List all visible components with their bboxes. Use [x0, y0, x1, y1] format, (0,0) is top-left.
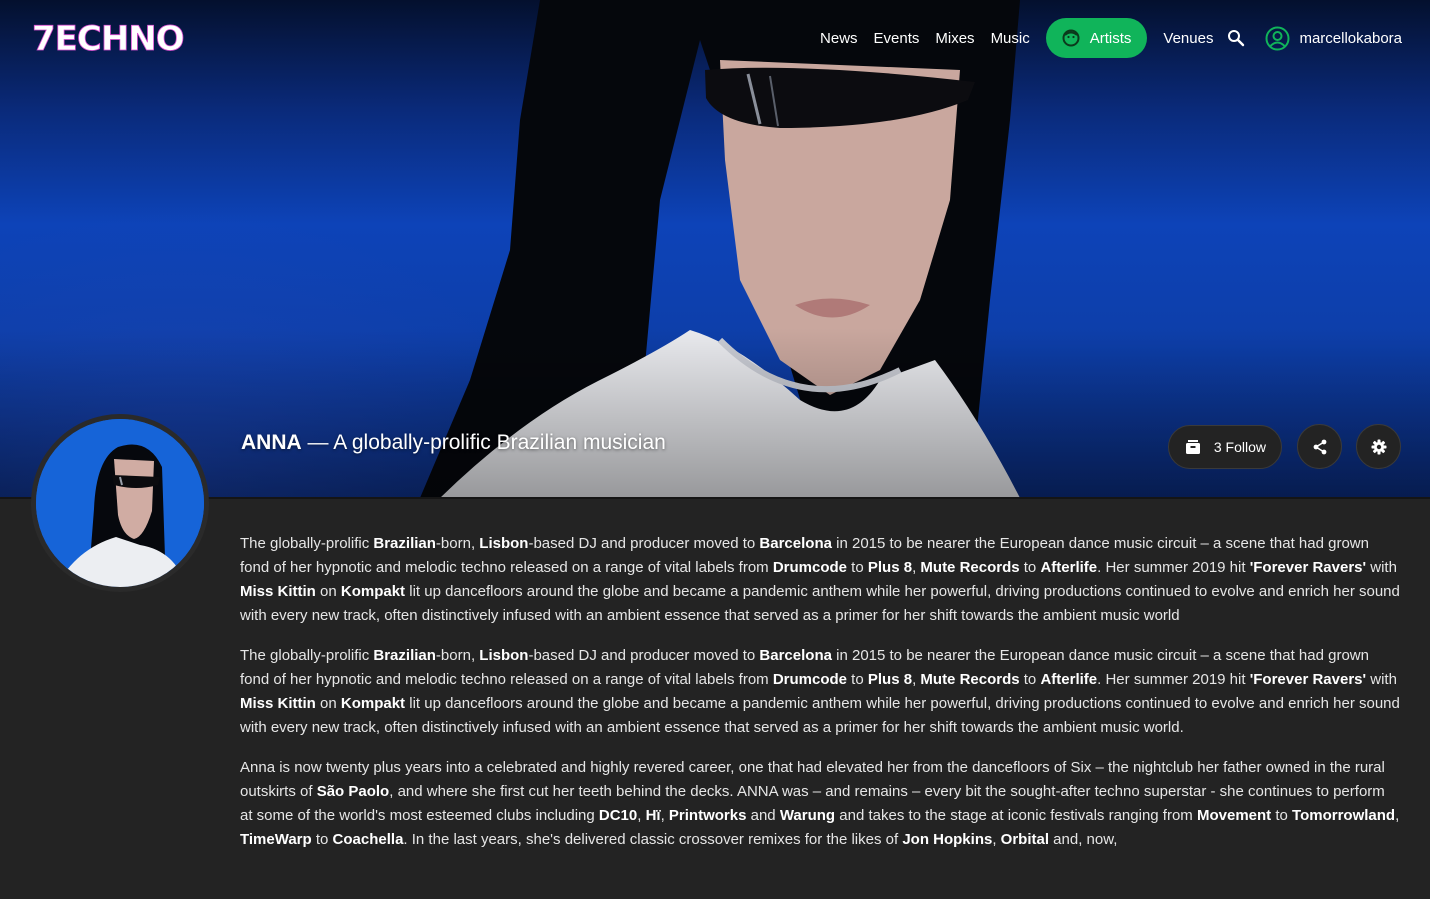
- share-button[interactable]: [1297, 424, 1342, 469]
- bio-highlight[interactable]: Drumcode: [773, 559, 847, 576]
- artist-tagline: — A globally-prolific Brazilian musician: [307, 431, 666, 454]
- hero-shade: [0, 328, 1430, 498]
- bio-highlight[interactable]: 'Forever Ravers': [1250, 559, 1366, 576]
- top-navbar: 7ECHNO News Events Mixes Music Artists V…: [0, 0, 1430, 76]
- follow-count: 3 Follow: [1213, 438, 1266, 455]
- nav-news[interactable]: News: [820, 30, 858, 47]
- bio-highlight[interactable]: Kompakt: [341, 695, 405, 712]
- search-icon[interactable]: [1227, 29, 1245, 47]
- bio-highlight[interactable]: Brazilian: [373, 535, 436, 552]
- bio-paragraph: The globally-prolific Brazilian-born, Li…: [240, 535, 1400, 624]
- artist-name: ANNA: [241, 431, 302, 454]
- logo-text: 7ECHNO: [32, 19, 184, 59]
- bio-highlight[interactable]: TimeWarp: [240, 831, 312, 848]
- bio-highlight[interactable]: Afterlife: [1040, 559, 1097, 576]
- artist-bio: The globally-prolific Brazilian-born, Li…: [240, 532, 1400, 868]
- bio-highlight[interactable]: Kompakt: [341, 583, 405, 600]
- techno-logo[interactable]: 7ECHNO: [30, 16, 192, 60]
- account-circle-icon: [1265, 26, 1290, 50]
- bio-highlight[interactable]: Barcelona: [759, 647, 832, 664]
- bio-highlight[interactable]: Orbital: [1001, 831, 1049, 848]
- bio-highlight[interactable]: Coachella: [333, 831, 404, 848]
- bio-highlight[interactable]: Lisbon: [479, 647, 528, 664]
- gear-icon: [1371, 439, 1386, 454]
- bio-highlight[interactable]: Lisbon: [479, 535, 528, 552]
- hero-divider: [0, 497, 1430, 499]
- artist-actions: 3 Follow: [1167, 424, 1401, 469]
- avatar-photo: [36, 419, 204, 587]
- bio-highlight[interactable]: Plus 8: [868, 559, 912, 576]
- nav-events[interactable]: Events: [874, 30, 920, 47]
- bio-highlight[interactable]: Miss Kittin: [240, 695, 316, 712]
- inbox-icon: [1185, 439, 1200, 454]
- bio-highlight[interactable]: Miss Kittin: [240, 583, 316, 600]
- bio-highlight[interactable]: Drumcode: [773, 671, 847, 688]
- bio-highlight[interactable]: São Paolo: [317, 783, 390, 800]
- share-icon: [1313, 439, 1326, 454]
- settings-button[interactable]: [1356, 424, 1401, 469]
- bio-paragraph: Anna is now twenty plus years into a cel…: [240, 759, 1400, 848]
- bio-highlight[interactable]: Tomorrowland: [1292, 807, 1395, 824]
- user-menu[interactable]: marcellokabora: [1265, 26, 1402, 51]
- bio-highlight[interactable]: 'Forever Ravers': [1250, 671, 1366, 688]
- bio-highlight[interactable]: Printworks: [669, 807, 747, 824]
- follow-button[interactable]: 3 Follow: [1167, 424, 1282, 469]
- artist-avatar: [31, 414, 209, 592]
- bio-highlight[interactable]: Afterlife: [1040, 671, 1097, 688]
- bio-highlight[interactable]: Barcelona: [759, 535, 832, 552]
- bio-highlight[interactable]: Mute Records: [920, 671, 1019, 688]
- username: marcellokabora: [1299, 29, 1402, 47]
- nav-artists-button[interactable]: Artists: [1045, 18, 1148, 58]
- bio-highlight[interactable]: DC10: [599, 807, 637, 824]
- artist-title: ANNA — A globally-prolific Brazilian mus…: [241, 431, 666, 455]
- bio-highlight[interactable]: Warung: [780, 807, 835, 824]
- bio-highlight[interactable]: Jon Hopkins: [902, 831, 992, 848]
- nav-artists-label: Artists: [1089, 29, 1132, 47]
- bio-paragraph: The globally-prolific Brazilian-born, Li…: [240, 647, 1400, 736]
- nav-mixes[interactable]: Mixes: [935, 30, 974, 47]
- nav-links: News Events Mixes Music Artists Venues m…: [820, 17, 1402, 59]
- bio-highlight[interactable]: Movement: [1197, 807, 1271, 824]
- bio-highlight[interactable]: Plus 8: [868, 671, 912, 688]
- bio-highlight[interactable]: Mute Records: [920, 559, 1019, 576]
- nav-venues[interactable]: Venues: [1163, 30, 1213, 47]
- bio-highlight[interactable]: Brazilian: [373, 647, 436, 664]
- bio-highlight[interactable]: Hï: [646, 807, 661, 824]
- face-icon: [1062, 29, 1080, 47]
- nav-music[interactable]: Music: [991, 30, 1030, 47]
